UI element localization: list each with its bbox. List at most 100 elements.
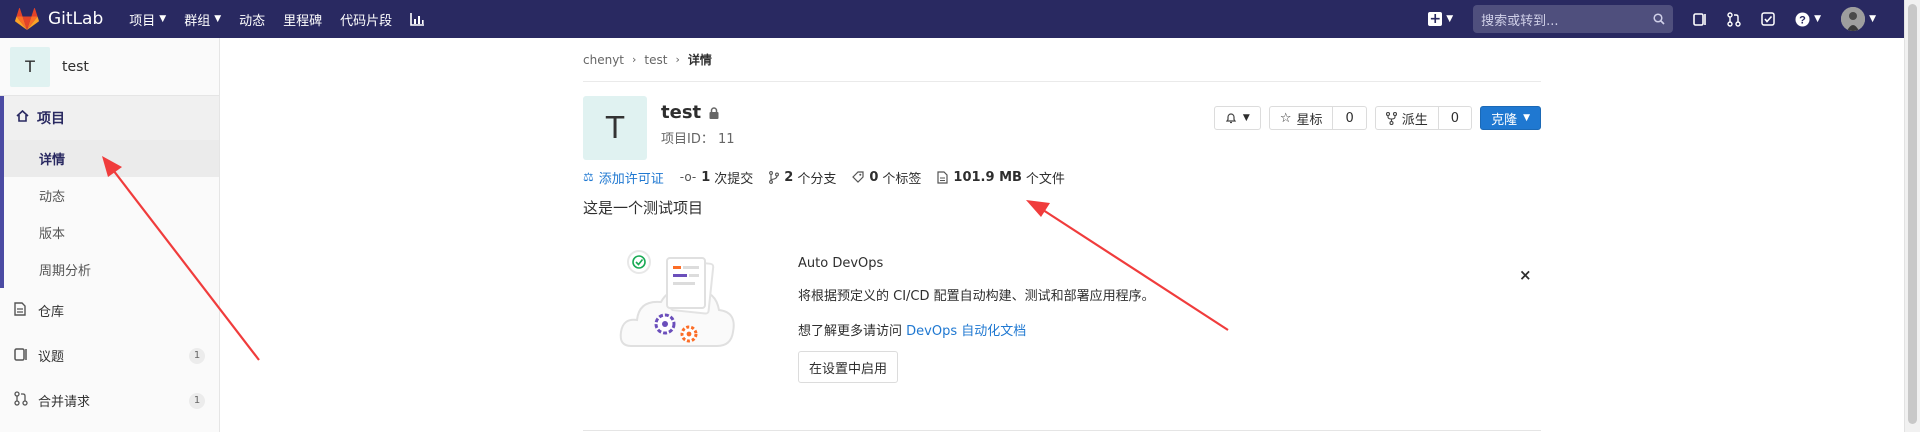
chevron-down-icon: ▼ [1523,113,1530,123]
merge-request-icon [14,391,30,410]
file-icon [937,170,949,184]
svg-text:?: ? [1799,14,1806,26]
divider [583,430,1541,431]
nav-groups[interactable]: 群组 ▼ [184,10,221,29]
nav-milestones[interactable]: 里程碑 [283,10,322,29]
close-icon[interactable]: × [1519,266,1532,284]
chevron-down-icon: ▼ [214,14,222,24]
notification-dropdown[interactable]: ▼ [1213,106,1261,130]
search-input[interactable]: 搜索或转到... [1473,5,1674,33]
question-icon: ? [1795,12,1810,26]
nav-snippets[interactable]: 代码片段 [340,10,392,29]
page-scrollbar[interactable] [1904,0,1920,432]
gitlab-logo[interactable]: GitLab [14,8,103,30]
project-avatar: T [10,46,50,87]
commit-icon: -o- [679,170,697,184]
issues-nav-icon[interactable] [1693,12,1707,26]
plus-icon: + [1428,11,1443,27]
chevron-down-icon: ▼ [1242,113,1250,123]
tags-label: 个标签 [882,171,922,187]
issues-icon [14,347,30,365]
files-size: 101.9 MB [953,169,1022,185]
branches-label: 个分支 [797,171,837,187]
auto-devops-banner: Auto DevOps 将根据预定义的 CI/CD 配置自动构建、测试和部署应用… [583,244,1541,420]
sidebar-subitem-activity[interactable]: 动态 [4,177,219,214]
project-header: T test 项目ID： 11 ▼ ☆ 星标 0 派生 0 克隆 ▼ [583,82,1541,164]
tags-stat[interactable]: 0 个标签 [852,168,921,187]
merge-requests-count-badge: 1 [189,392,205,409]
star-count[interactable]: 0 [1333,106,1367,130]
sidebar-subitem-cycle-analytics[interactable]: 周期分析 [4,251,219,288]
branches-stat[interactable]: 2 个分支 [769,168,836,187]
nav-groups-label: 群组 [184,13,211,29]
devops-text: Auto DevOps 将根据预定义的 CI/CD 配置自动构建、测试和部署应用… [798,256,1155,383]
commits-stat[interactable]: -o- 1 次提交 [680,168,754,187]
project-title-block: test 项目ID： 11 [661,102,735,147]
sidebar-subitem-details[interactable]: 详情 [4,140,219,177]
issues-icon [1693,13,1706,26]
nav-projects[interactable]: 项目 ▼ [129,10,166,29]
sidebar-section-project: 项目 详情 动态 版本 周期分析 [0,96,219,288]
nav-analytics[interactable] [410,12,425,26]
devops-docs-link[interactable]: DevOps 自动化文档 [906,324,1026,339]
fork-count[interactable]: 0 [1438,106,1473,130]
chevron-down-icon: ▼ [159,14,167,24]
search-placeholder: 搜索或转到... [1481,13,1559,29]
sidebar-subitem-releases[interactable]: 版本 [4,214,219,251]
devops-title: Auto DevOps [798,256,884,271]
commits-count: 1 [701,169,711,185]
sidebar-item-merge-requests[interactable]: 合并请求 1 [0,378,219,423]
commits-label: 次提交 [714,171,754,187]
project-name: test [661,102,702,123]
breadcrumb-project[interactable]: test [644,53,667,67]
chevron-down-icon: ▼ [1869,14,1876,24]
star-button[interactable]: ☆ 星标 [1268,106,1334,130]
fork-label: 派生 [1401,112,1428,128]
sidebar-item-repository-label: 仓库 [38,305,65,320]
lock-icon [709,106,719,119]
document-icon [14,301,30,320]
sidebar-item-repository[interactable]: 仓库 [0,288,219,333]
project-id: 项目ID： 11 [661,132,735,147]
chart-icon [410,12,425,26]
user-avatar-icon [1841,7,1866,31]
sidebar-item-project[interactable]: 项目 [4,96,219,140]
branches-count: 2 [784,169,794,185]
enable-in-settings-button[interactable]: 在设置中启用 [798,351,899,383]
issues-count-badge: 1 [189,347,205,364]
todos-nav-icon[interactable] [1761,12,1775,26]
nav-activity[interactable]: 动态 [239,10,265,29]
sidebar-project-header[interactable]: T test [0,38,219,96]
chevron-down-icon: ▼ [1814,14,1822,24]
breadcrumb-user[interactable]: chenyt [583,53,624,67]
home-icon [16,109,29,126]
project-actions: ▼ ☆ 星标 0 派生 0 克隆 ▼ [1206,106,1541,130]
bell-icon [1225,113,1237,124]
merge-requests-nav-icon[interactable] [1727,11,1741,27]
breadcrumb-current[interactable]: 详情 [688,51,712,68]
fork-group: 派生 0 [1374,106,1473,130]
add-license-link[interactable]: ⚖ 添加许可证 [583,168,664,187]
nav-right: + ▼ 搜索或转到... ? ▼ ▼ [1408,0,1876,38]
brand-name: GitLab [48,9,104,29]
sidebar-item-project-label: 项目 [37,111,65,127]
files-stat[interactable]: 101.9 MB 个文件 [937,168,1065,187]
new-dropdown[interactable]: + ▼ [1428,12,1453,26]
user-menu[interactable]: ▼ [1841,7,1876,31]
main-content: chenyt › test › 详情 T test 项目ID： 11 ▼ ☆ 星… [583,38,1541,420]
devops-learn-more-prefix: 想了解更多请访问 [798,324,907,339]
files-label: 个文件 [1025,171,1065,187]
scrollbar-thumb[interactable] [1908,4,1917,424]
sidebar-item-issues[interactable]: 议题 1 [0,333,219,378]
main-menu: 项目 ▼ 群组 ▼ 动态 里程碑 代码片段 [129,10,442,29]
help-dropdown[interactable]: ? ▼ [1795,12,1821,27]
devops-description: 将根据预定义的 CI/CD 配置自动构建、测试和部署应用程序。 [798,289,1155,304]
chevron-right-icon: › [675,53,680,66]
star-group: ☆ 星标 0 [1268,106,1367,130]
branch-icon [769,170,780,184]
top-navbar: GitLab 项目 ▼ 群组 ▼ 动态 里程碑 代码片段 + ▼ 搜索或转到... ?… [0,0,1904,38]
avatar [1841,7,1866,31]
fork-button[interactable]: 派生 [1374,106,1439,130]
clone-button[interactable]: 克隆 ▼ [1480,106,1541,130]
add-license-label: 添加许可证 [598,171,664,187]
